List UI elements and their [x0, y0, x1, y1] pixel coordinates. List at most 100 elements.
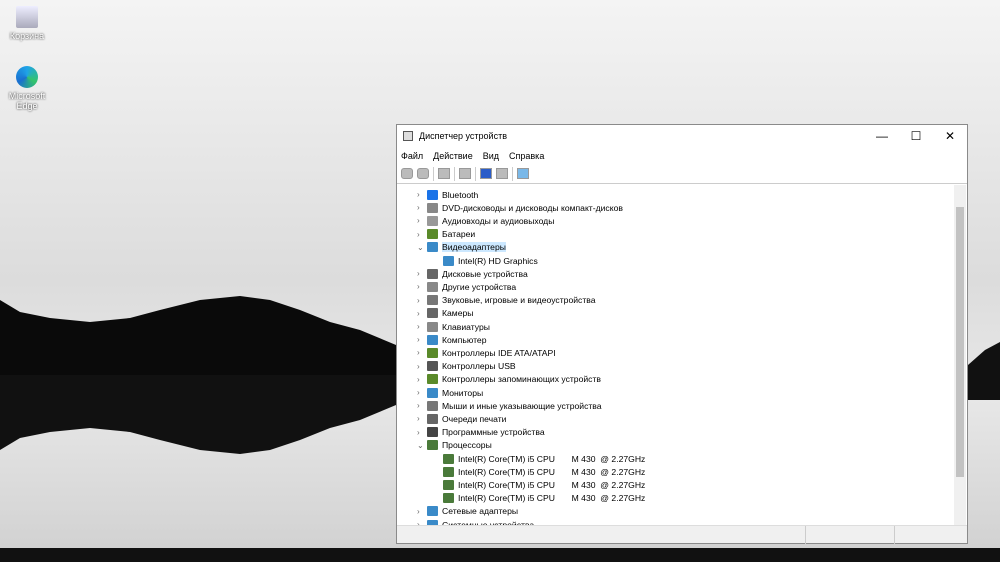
mountain-silhouette — [0, 296, 396, 375]
tree-item[interactable]: ⌄ Видеоадаптеры — [417, 241, 506, 254]
tree-item-label: Мониторы — [442, 387, 484, 398]
action-pane-icon[interactable] — [496, 168, 508, 179]
tree-item-label: Сетевые адаптеры — [442, 506, 519, 517]
forward-arrow-icon[interactable] — [417, 168, 429, 179]
device-category-icon — [427, 295, 438, 306]
device-category-icon — [427, 427, 438, 438]
close-button[interactable]: ✕ — [933, 129, 967, 143]
minimize-button[interactable]: — — [865, 129, 899, 143]
tree-item-label: Intel(R) HD Graphics — [458, 255, 538, 266]
tree-item[interactable]: › Программные устройства — [417, 426, 545, 439]
help-icon[interactable] — [480, 168, 492, 179]
device-category-icon — [427, 215, 438, 226]
tree-item[interactable]: › Батареи — [417, 228, 475, 241]
mountain-reflection — [0, 375, 396, 454]
toolbar-separator — [512, 166, 513, 181]
device-category-icon — [443, 466, 454, 477]
desktop-icon-edge[interactable]: Microsoft Edge — [0, 66, 54, 111]
tree-item[interactable]: › Мониторы — [417, 386, 483, 399]
vertical-scrollbar[interactable] — [954, 185, 966, 525]
tree-item[interactable]: › Bluetooth — [417, 188, 478, 201]
device-category-icon — [427, 440, 438, 451]
tree-item[interactable]: ⌄ Процессоры — [417, 439, 492, 452]
chevron-right-icon[interactable]: › — [417, 282, 427, 291]
maximize-button[interactable]: ☐ — [899, 129, 933, 143]
chevron-right-icon[interactable]: › — [417, 401, 427, 410]
device-category-icon — [427, 506, 438, 517]
menu-file[interactable]: Файл — [401, 151, 423, 161]
toolbar-separator — [433, 166, 434, 181]
tree-item[interactable]: › Контроллеры IDE ATA/ATAPI — [417, 346, 556, 359]
device-category-icon — [427, 347, 438, 358]
tree-item[interactable]: › Клавиатуры — [417, 320, 490, 333]
chevron-right-icon[interactable]: › — [417, 348, 427, 357]
tree-item[interactable]: › Камеры — [417, 307, 473, 320]
tree-item[interactable]: › Сетевые адаптеры — [417, 505, 518, 518]
tree-item-label: Контроллеры запоминающих устройств — [442, 374, 601, 385]
device-tree: › Bluetooth › DVD-дисководы и дисководы ком… — [399, 185, 955, 525]
tree-item-label: Intel(R) Core(TM) i5 CPU M 430 @ 2.27GHz — [458, 466, 646, 477]
chevron-right-icon[interactable]: › — [417, 428, 427, 437]
show-hide-console-tree-icon[interactable] — [438, 168, 450, 179]
chevron-right-icon[interactable]: › — [417, 414, 427, 423]
chevron-right-icon[interactable]: › — [417, 190, 427, 199]
chevron-down-icon[interactable]: ⌄ — [417, 441, 427, 450]
chevron-right-icon[interactable]: › — [417, 296, 427, 305]
tree-item[interactable]: Intel(R) HD Graphics — [443, 254, 538, 267]
desktop-icon-recycle-bin[interactable]: Корзина — [0, 6, 54, 41]
menu-bar: Файл Действие Вид Справка — [397, 147, 967, 164]
properties-icon[interactable] — [459, 168, 471, 179]
window-title: Диспетчер устройств — [419, 131, 507, 141]
mountain-right — [968, 342, 1000, 400]
device-category-icon — [443, 479, 454, 490]
tree-item[interactable]: › Другие устройства — [417, 280, 516, 293]
tree-item-label: Процессоры — [442, 440, 492, 451]
tree-item[interactable]: › Контроллеры USB — [417, 360, 516, 373]
tree-item-label: Другие устройства — [442, 281, 517, 292]
device-category-icon — [427, 308, 438, 319]
tree-item[interactable]: › Аудиовходы и аудиовыходы — [417, 214, 554, 227]
tree-item-label: Intel(R) Core(TM) i5 CPU M 430 @ 2.27GHz — [458, 453, 646, 464]
chevron-right-icon[interactable]: › — [417, 507, 427, 516]
chevron-right-icon[interactable]: › — [417, 269, 427, 278]
tree-item[interactable]: › Дисковые устройства — [417, 267, 528, 280]
tree-item[interactable]: › Компьютер — [417, 333, 486, 346]
chevron-right-icon[interactable]: › — [417, 322, 427, 331]
device-category-icon — [427, 281, 438, 292]
tree-item[interactable]: Intel(R) Core(TM) i5 CPU M 430 @ 2.27GHz — [443, 492, 645, 505]
chevron-right-icon[interactable]: › — [417, 309, 427, 318]
menu-action[interactable]: Действие — [433, 151, 473, 161]
tree-item[interactable]: › Системные устройства — [417, 518, 534, 525]
tree-item-label: Intel(R) Core(TM) i5 CPU M 430 @ 2.27GHz — [458, 479, 646, 490]
tree-item[interactable]: › Звуковые, игровые и видеоустройства — [417, 294, 596, 307]
tree-item[interactable]: Intel(R) Core(TM) i5 CPU M 430 @ 2.27GHz — [443, 465, 645, 478]
tree-item[interactable]: › Очереди печати — [417, 412, 506, 425]
taskbar — [0, 548, 1000, 562]
chevron-right-icon[interactable]: › — [417, 216, 427, 225]
chevron-right-icon[interactable]: › — [417, 230, 427, 239]
device-category-icon — [427, 202, 438, 213]
chevron-down-icon[interactable]: ⌄ — [417, 243, 427, 252]
device-category-icon — [443, 255, 454, 266]
chevron-right-icon[interactable]: › — [417, 335, 427, 344]
toolbar — [397, 164, 967, 184]
chevron-right-icon[interactable]: › — [417, 375, 427, 384]
toolbar-separator — [475, 166, 476, 181]
tree-item[interactable]: › Контроллеры запоминающих устройств — [417, 373, 601, 386]
menu-help[interactable]: Справка — [509, 151, 544, 161]
tree-item-label: Программные устройства — [442, 427, 545, 438]
device-category-icon — [427, 387, 438, 398]
chevron-right-icon[interactable]: › — [417, 362, 427, 371]
tree-item[interactable]: Intel(R) Core(TM) i5 CPU M 430 @ 2.27GHz — [443, 478, 645, 491]
device-category-icon — [427, 334, 438, 345]
chevron-right-icon[interactable]: › — [417, 203, 427, 212]
tree-item[interactable]: › DVD-дисководы и дисководы компакт-диско… — [417, 201, 623, 214]
tree-item[interactable]: Intel(R) Core(TM) i5 CPU M 430 @ 2.27GHz — [443, 452, 645, 465]
scrollbar-thumb[interactable] — [956, 207, 964, 477]
scan-hardware-icon[interactable] — [517, 168, 529, 179]
back-arrow-icon[interactable] — [401, 168, 413, 179]
title-bar[interactable]: Диспетчер устройств — ☐ ✕ — [397, 125, 967, 147]
chevron-right-icon[interactable]: › — [417, 388, 427, 397]
tree-item[interactable]: › Мыши и иные указывающие устройства — [417, 399, 602, 412]
menu-view[interactable]: Вид — [483, 151, 499, 161]
